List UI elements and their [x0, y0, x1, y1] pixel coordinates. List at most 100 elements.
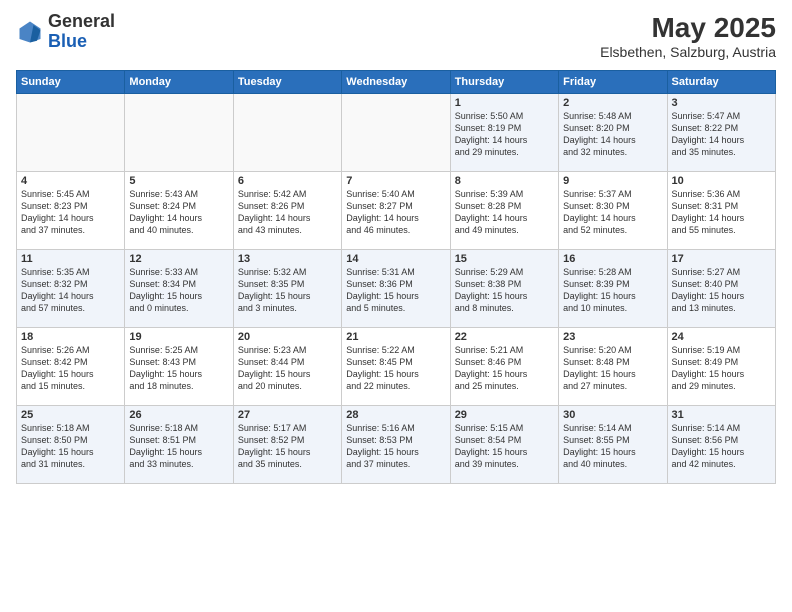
day-info: Sunrise: 5:33 AM Sunset: 8:34 PM Dayligh…: [129, 266, 228, 315]
day-info: Sunrise: 5:23 AM Sunset: 8:44 PM Dayligh…: [238, 344, 337, 393]
calendar-cell: 4Sunrise: 5:45 AM Sunset: 8:23 PM Daylig…: [17, 172, 125, 250]
calendar-cell: 20Sunrise: 5:23 AM Sunset: 8:44 PM Dayli…: [233, 328, 341, 406]
calendar-cell: 25Sunrise: 5:18 AM Sunset: 8:50 PM Dayli…: [17, 406, 125, 484]
day-info: Sunrise: 5:42 AM Sunset: 8:26 PM Dayligh…: [238, 188, 337, 237]
day-header-monday: Monday: [125, 71, 233, 94]
day-number: 22: [455, 331, 554, 343]
day-info: Sunrise: 5:27 AM Sunset: 8:40 PM Dayligh…: [672, 266, 771, 315]
day-number: 3: [672, 97, 771, 109]
calendar-header-row: SundayMondayTuesdayWednesdayThursdayFrid…: [17, 71, 776, 94]
day-info: Sunrise: 5:19 AM Sunset: 8:49 PM Dayligh…: [672, 344, 771, 393]
day-number: 27: [238, 409, 337, 421]
day-number: 13: [238, 253, 337, 265]
calendar-cell: 7Sunrise: 5:40 AM Sunset: 8:27 PM Daylig…: [342, 172, 450, 250]
title-block: May 2025 Elsbethen, Salzburg, Austria: [600, 12, 776, 60]
day-info: Sunrise: 5:17 AM Sunset: 8:52 PM Dayligh…: [238, 422, 337, 471]
day-number: 28: [346, 409, 445, 421]
calendar-cell: 22Sunrise: 5:21 AM Sunset: 8:46 PM Dayli…: [450, 328, 558, 406]
calendar-cell: 5Sunrise: 5:43 AM Sunset: 8:24 PM Daylig…: [125, 172, 233, 250]
day-number: 26: [129, 409, 228, 421]
calendar-cell: 9Sunrise: 5:37 AM Sunset: 8:30 PM Daylig…: [559, 172, 667, 250]
day-number: 14: [346, 253, 445, 265]
day-number: 1: [455, 97, 554, 109]
day-header-thursday: Thursday: [450, 71, 558, 94]
day-number: 24: [672, 331, 771, 343]
calendar-cell: 27Sunrise: 5:17 AM Sunset: 8:52 PM Dayli…: [233, 406, 341, 484]
calendar-cell: 19Sunrise: 5:25 AM Sunset: 8:43 PM Dayli…: [125, 328, 233, 406]
day-number: 15: [455, 253, 554, 265]
day-number: 4: [21, 175, 120, 187]
month-year: May 2025: [600, 12, 776, 44]
day-number: 12: [129, 253, 228, 265]
logo-general-text: General: [48, 11, 115, 31]
calendar-cell: 16Sunrise: 5:28 AM Sunset: 8:39 PM Dayli…: [559, 250, 667, 328]
day-number: 31: [672, 409, 771, 421]
calendar-cell: 15Sunrise: 5:29 AM Sunset: 8:38 PM Dayli…: [450, 250, 558, 328]
day-info: Sunrise: 5:18 AM Sunset: 8:50 PM Dayligh…: [21, 422, 120, 471]
day-number: 2: [563, 97, 662, 109]
calendar-cell: 12Sunrise: 5:33 AM Sunset: 8:34 PM Dayli…: [125, 250, 233, 328]
day-number: 29: [455, 409, 554, 421]
day-info: Sunrise: 5:31 AM Sunset: 8:36 PM Dayligh…: [346, 266, 445, 315]
day-info: Sunrise: 5:48 AM Sunset: 8:20 PM Dayligh…: [563, 110, 662, 159]
page-header: General Blue May 2025 Elsbethen, Salzbur…: [16, 12, 776, 60]
day-info: Sunrise: 5:26 AM Sunset: 8:42 PM Dayligh…: [21, 344, 120, 393]
day-number: 19: [129, 331, 228, 343]
calendar-cell: 23Sunrise: 5:20 AM Sunset: 8:48 PM Dayli…: [559, 328, 667, 406]
day-header-wednesday: Wednesday: [342, 71, 450, 94]
calendar-cell: 6Sunrise: 5:42 AM Sunset: 8:26 PM Daylig…: [233, 172, 341, 250]
day-info: Sunrise: 5:22 AM Sunset: 8:45 PM Dayligh…: [346, 344, 445, 393]
calendar-cell: [342, 94, 450, 172]
calendar-cell: 1Sunrise: 5:50 AM Sunset: 8:19 PM Daylig…: [450, 94, 558, 172]
calendar-cell: 26Sunrise: 5:18 AM Sunset: 8:51 PM Dayli…: [125, 406, 233, 484]
day-info: Sunrise: 5:45 AM Sunset: 8:23 PM Dayligh…: [21, 188, 120, 237]
page-container: General Blue May 2025 Elsbethen, Salzbur…: [0, 0, 792, 494]
calendar-week-row: 4Sunrise: 5:45 AM Sunset: 8:23 PM Daylig…: [17, 172, 776, 250]
day-number: 11: [21, 253, 120, 265]
calendar-cell: 8Sunrise: 5:39 AM Sunset: 8:28 PM Daylig…: [450, 172, 558, 250]
calendar-week-row: 1Sunrise: 5:50 AM Sunset: 8:19 PM Daylig…: [17, 94, 776, 172]
calendar-cell: 31Sunrise: 5:14 AM Sunset: 8:56 PM Dayli…: [667, 406, 775, 484]
day-info: Sunrise: 5:32 AM Sunset: 8:35 PM Dayligh…: [238, 266, 337, 315]
calendar-week-row: 11Sunrise: 5:35 AM Sunset: 8:32 PM Dayli…: [17, 250, 776, 328]
day-number: 6: [238, 175, 337, 187]
day-info: Sunrise: 5:37 AM Sunset: 8:30 PM Dayligh…: [563, 188, 662, 237]
day-number: 8: [455, 175, 554, 187]
calendar-cell: 18Sunrise: 5:26 AM Sunset: 8:42 PM Dayli…: [17, 328, 125, 406]
calendar-cell: 14Sunrise: 5:31 AM Sunset: 8:36 PM Dayli…: [342, 250, 450, 328]
calendar-cell: [233, 94, 341, 172]
location: Elsbethen, Salzburg, Austria: [600, 44, 776, 60]
day-info: Sunrise: 5:35 AM Sunset: 8:32 PM Dayligh…: [21, 266, 120, 315]
day-info: Sunrise: 5:39 AM Sunset: 8:28 PM Dayligh…: [455, 188, 554, 237]
day-number: 30: [563, 409, 662, 421]
day-info: Sunrise: 5:14 AM Sunset: 8:55 PM Dayligh…: [563, 422, 662, 471]
day-header-saturday: Saturday: [667, 71, 775, 94]
day-number: 21: [346, 331, 445, 343]
calendar-cell: 10Sunrise: 5:36 AM Sunset: 8:31 PM Dayli…: [667, 172, 775, 250]
day-info: Sunrise: 5:29 AM Sunset: 8:38 PM Dayligh…: [455, 266, 554, 315]
day-info: Sunrise: 5:16 AM Sunset: 8:53 PM Dayligh…: [346, 422, 445, 471]
calendar-cell: 13Sunrise: 5:32 AM Sunset: 8:35 PM Dayli…: [233, 250, 341, 328]
calendar-cell: 11Sunrise: 5:35 AM Sunset: 8:32 PM Dayli…: [17, 250, 125, 328]
day-header-friday: Friday: [559, 71, 667, 94]
calendar-cell: 17Sunrise: 5:27 AM Sunset: 8:40 PM Dayli…: [667, 250, 775, 328]
calendar-cell: 2Sunrise: 5:48 AM Sunset: 8:20 PM Daylig…: [559, 94, 667, 172]
day-number: 20: [238, 331, 337, 343]
day-number: 7: [346, 175, 445, 187]
calendar-week-row: 25Sunrise: 5:18 AM Sunset: 8:50 PM Dayli…: [17, 406, 776, 484]
day-number: 9: [563, 175, 662, 187]
day-info: Sunrise: 5:15 AM Sunset: 8:54 PM Dayligh…: [455, 422, 554, 471]
day-info: Sunrise: 5:40 AM Sunset: 8:27 PM Dayligh…: [346, 188, 445, 237]
calendar-cell: 21Sunrise: 5:22 AM Sunset: 8:45 PM Dayli…: [342, 328, 450, 406]
day-info: Sunrise: 5:20 AM Sunset: 8:48 PM Dayligh…: [563, 344, 662, 393]
day-number: 25: [21, 409, 120, 421]
day-info: Sunrise: 5:18 AM Sunset: 8:51 PM Dayligh…: [129, 422, 228, 471]
calendar-cell: 28Sunrise: 5:16 AM Sunset: 8:53 PM Dayli…: [342, 406, 450, 484]
day-info: Sunrise: 5:43 AM Sunset: 8:24 PM Dayligh…: [129, 188, 228, 237]
day-number: 16: [563, 253, 662, 265]
logo: General Blue: [16, 12, 115, 52]
calendar-cell: 24Sunrise: 5:19 AM Sunset: 8:49 PM Dayli…: [667, 328, 775, 406]
calendar-cell: 30Sunrise: 5:14 AM Sunset: 8:55 PM Dayli…: [559, 406, 667, 484]
day-number: 17: [672, 253, 771, 265]
day-info: Sunrise: 5:28 AM Sunset: 8:39 PM Dayligh…: [563, 266, 662, 315]
